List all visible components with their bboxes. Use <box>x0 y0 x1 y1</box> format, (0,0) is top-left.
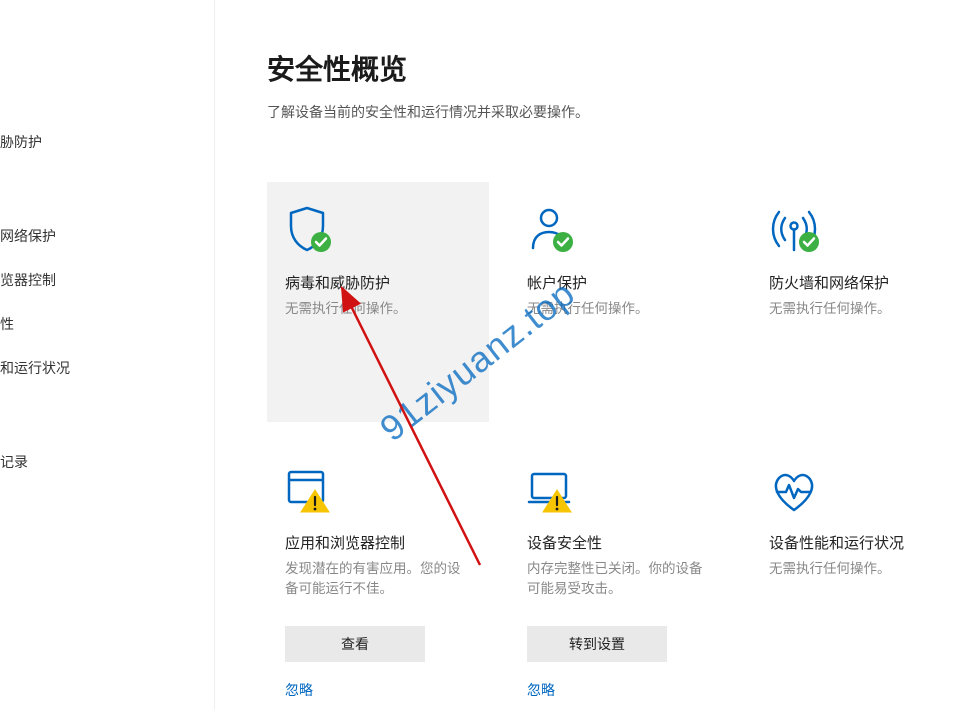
sidebar-item-label: 览器控制 <box>0 272 56 288</box>
card-actions: 转到设置 忽略 <box>527 626 713 700</box>
ignore-link[interactable]: 忽略 <box>285 680 313 700</box>
goto-settings-button[interactable]: 转到设置 <box>527 626 667 662</box>
view-button[interactable]: 查看 <box>285 626 425 662</box>
sidebar-item-threat[interactable]: 胁防护 <box>0 120 214 164</box>
sidebar-item-label: 胁防护 <box>0 134 42 150</box>
card-app-browser[interactable]: 应用和浏览器控制 发现潜在的有害应用。您的设备可能运行不佳。 查看 忽略 <box>267 442 489 722</box>
antenna-check-icon <box>769 200 955 256</box>
card-device-perf[interactable]: 设备性能和运行状况 无需执行任何操作。 <box>751 442 973 722</box>
account-check-icon <box>527 200 713 256</box>
sidebar: 胁防护 网络保护 览器控制 性 和运行状况 记录 <box>0 0 215 710</box>
sidebar-item-label: 记录 <box>0 454 28 470</box>
sidebar-item-label: 和运行状况 <box>0 360 70 376</box>
sidebar-item-browser[interactable]: 览器控制 <box>0 258 214 302</box>
card-actions: 查看 忽略 <box>285 626 471 700</box>
card-account-protection[interactable]: 帐户保护 无需执行任何操作。 <box>509 182 731 422</box>
device-warn-icon <box>527 460 713 516</box>
card-title: 防火墙和网络保护 <box>769 272 955 293</box>
card-desc: 无需执行任何操作。 <box>285 299 471 319</box>
card-desc: 发现潜在的有害应用。您的设备可能运行不佳。 <box>285 559 471 600</box>
card-desc: 内存完整性已关闭。你的设备可能易受攻击。 <box>527 559 713 600</box>
sidebar-item-security[interactable]: 性 <box>0 302 214 346</box>
shield-check-icon <box>285 200 471 256</box>
card-title: 设备安全性 <box>527 532 713 553</box>
card-desc: 无需执行任何操作。 <box>769 559 955 579</box>
sidebar-item-network[interactable]: 网络保护 <box>0 214 214 258</box>
page-title: 安全性概览 <box>267 48 974 88</box>
perf-icon <box>769 460 955 516</box>
card-desc: 无需执行任何操作。 <box>769 299 955 319</box>
sidebar-item-label: 性 <box>0 316 14 332</box>
card-title: 设备性能和运行状况 <box>769 532 955 553</box>
card-title: 应用和浏览器控制 <box>285 532 471 553</box>
cards-grid: 病毒和威胁防护 无需执行任何操作。 帐户保护 无需执行任何操作。 <box>267 182 974 722</box>
page-subtitle: 了解设备当前的安全性和运行情况并采取必要操作。 <box>267 102 974 122</box>
sidebar-item-label: 网络保护 <box>0 228 56 244</box>
card-device-security[interactable]: 设备安全性 内存完整性已关闭。你的设备可能易受攻击。 转到设置 忽略 <box>509 442 731 722</box>
card-title: 病毒和威胁防护 <box>285 272 471 293</box>
card-title: 帐户保护 <box>527 272 713 293</box>
main-content: 安全性概览 了解设备当前的安全性和运行情况并采取必要操作。 病毒和威胁防护 无需… <box>215 0 974 710</box>
sidebar-item-history[interactable]: 记录 <box>0 440 214 484</box>
ignore-link[interactable]: 忽略 <box>527 680 555 700</box>
card-firewall-network[interactable]: 防火墙和网络保护 无需执行任何操作。 <box>751 182 973 422</box>
card-virus-threat[interactable]: 病毒和威胁防护 无需执行任何操作。 <box>267 182 489 422</box>
sidebar-item-health[interactable]: 和运行状况 <box>0 346 214 390</box>
app-warn-icon <box>285 460 471 516</box>
card-desc: 无需执行任何操作。 <box>527 299 713 319</box>
